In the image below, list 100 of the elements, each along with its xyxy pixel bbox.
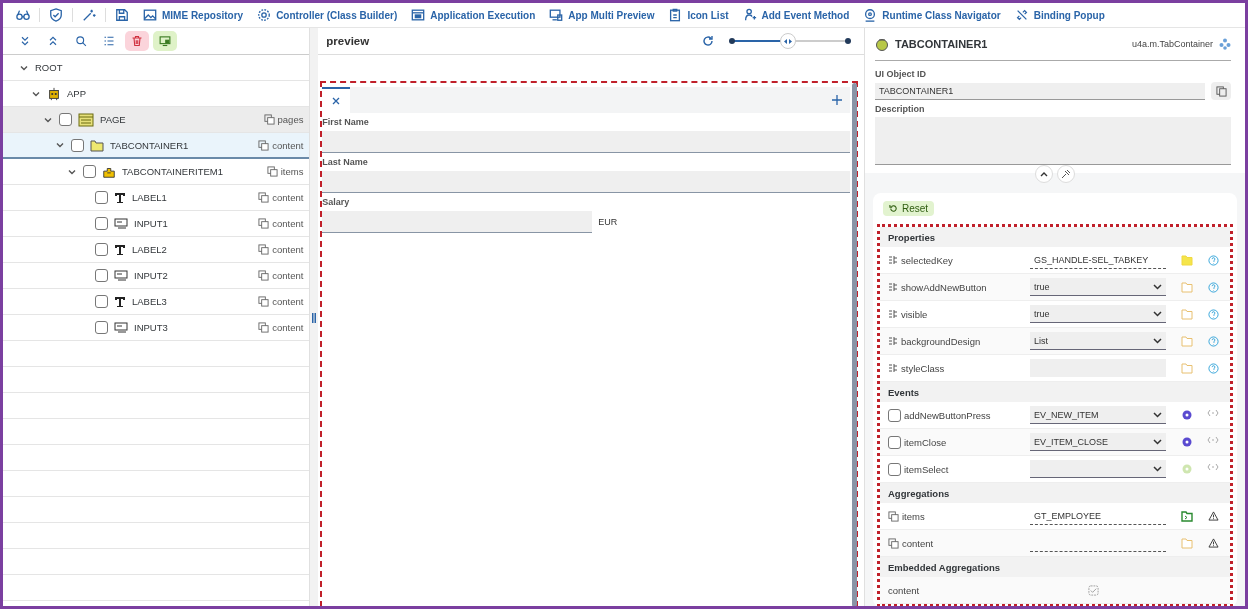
tree-row[interactable]: INPUT2 content xyxy=(3,263,310,289)
reset-button[interactable]: Reset xyxy=(883,201,935,216)
checkbox[interactable] xyxy=(71,138,84,152)
node-label: LABEL1 xyxy=(132,192,168,203)
splitter-handle[interactable] xyxy=(312,312,317,323)
node-label: INPUT1 xyxy=(134,218,169,229)
checkbox[interactable] xyxy=(59,113,72,126)
dropdown[interactable]: true xyxy=(1030,305,1166,323)
field-label: First Name xyxy=(322,117,370,127)
toolbar-button[interactable]: Add Event Method xyxy=(737,6,855,24)
checkbox[interactable] xyxy=(95,243,108,256)
description-field[interactable] xyxy=(875,117,1231,165)
tab[interactable] xyxy=(322,87,351,113)
chevron-down-icon[interactable] xyxy=(44,115,52,124)
toolbar-button[interactable]: MIME Repository xyxy=(138,6,249,24)
folder-icon xyxy=(90,138,104,152)
property-name: visible xyxy=(901,308,928,320)
image-icon xyxy=(143,8,157,22)
tree-row[interactable]: ROOT xyxy=(3,55,310,81)
checkbox[interactable] xyxy=(888,462,901,476)
field-label: Salary xyxy=(322,197,351,207)
close-icon[interactable] xyxy=(332,97,341,105)
checkbox[interactable] xyxy=(95,295,108,308)
checkbox[interactable] xyxy=(888,408,901,422)
aggregation-label: content xyxy=(272,322,304,333)
node-label: INPUT3 xyxy=(134,322,169,333)
dropdown[interactable]: true xyxy=(1030,278,1166,296)
toolbar-button[interactable]: Binding Popup xyxy=(1009,6,1110,24)
gear-icon[interactable] xyxy=(1181,436,1193,448)
binding-field[interactable]: GT_EMPLOYEE xyxy=(1030,507,1166,525)
devices-icon xyxy=(549,8,564,22)
chevron-down-icon[interactable] xyxy=(56,141,64,149)
tree-row[interactable]: INPUT3 content xyxy=(3,315,310,341)
toolbar-button[interactable]: Application Execution xyxy=(406,6,541,24)
property-icon xyxy=(888,282,898,292)
property-icon xyxy=(888,309,898,319)
chevron-down-icon[interactable] xyxy=(32,89,40,98)
tree-row[interactable]: LABEL3 content xyxy=(3,289,310,315)
gear-icon[interactable] xyxy=(1181,409,1193,421)
clipboard-icon xyxy=(668,8,683,22)
checkbox[interactable] xyxy=(888,435,901,449)
tree-row[interactable]: TABCONTAINERITEM1 items xyxy=(3,159,310,185)
toolbar-button[interactable]: Controller (Class Builder) xyxy=(252,6,403,24)
toolbar-button[interactable]: Icon List xyxy=(663,6,734,24)
checkbox[interactable] xyxy=(95,217,108,230)
screen-button[interactable] xyxy=(153,31,177,51)
folder-icon[interactable] xyxy=(1181,510,1193,522)
tree-row[interactable]: LABEL2 content xyxy=(3,237,310,263)
binding-field[interactable]: GS_HANDLE-SEL_TABKEY xyxy=(1030,251,1166,269)
slider-thumb[interactable] xyxy=(779,33,796,49)
tree-row[interactable]: INPUT1 content xyxy=(3,211,310,237)
delete-button[interactable] xyxy=(125,31,149,51)
dropdown[interactable]: EV_NEW_ITEM xyxy=(1030,406,1166,424)
warning-icon[interactable] xyxy=(1207,537,1219,548)
object-id-field[interactable]: TABCONTAINER1 xyxy=(875,82,1205,100)
copy-button[interactable] xyxy=(1211,82,1231,100)
copy-icon xyxy=(258,192,270,203)
dropdown[interactable]: List xyxy=(1030,332,1166,350)
field-label: Last Name xyxy=(322,157,369,167)
warning-icon[interactable] xyxy=(1207,510,1219,521)
input-field[interactable] xyxy=(322,131,850,153)
gear-icon xyxy=(257,8,272,22)
checkbox-icon[interactable] xyxy=(1088,584,1099,596)
checkbox[interactable] xyxy=(95,191,108,204)
control-title: TABCONTAINER1 xyxy=(895,38,989,50)
checkbox[interactable] xyxy=(95,321,108,334)
refresh-icon[interactable] xyxy=(702,35,714,47)
aggregation-label: content xyxy=(272,192,304,203)
dropdown-icon xyxy=(1153,411,1162,418)
chevron-down-icon[interactable] xyxy=(20,63,28,72)
copy-icon xyxy=(258,244,270,255)
dropdown[interactable] xyxy=(1030,460,1166,478)
glasses-icon xyxy=(16,8,30,22)
checkbox[interactable] xyxy=(95,269,108,282)
chevron-down-icon[interactable] xyxy=(68,167,76,176)
node-label: TABCONTAINER1 xyxy=(110,139,190,151)
copy-icon xyxy=(258,296,270,307)
dropdown[interactable]: EV_ITEM_CLOSE xyxy=(1030,433,1166,451)
tree-row[interactable]: LABEL1 content xyxy=(3,185,310,211)
copy-icon xyxy=(258,270,270,281)
tree-row[interactable]: PAGE pages xyxy=(3,107,310,133)
node-label: PAGE xyxy=(100,114,127,125)
toolbar-button[interactable]: Runtime Class Navigator xyxy=(858,6,1006,24)
trash-icon xyxy=(131,34,143,48)
list-icon xyxy=(103,34,115,48)
property-name: items xyxy=(902,510,925,522)
hierarchy-icon[interactable] xyxy=(1219,38,1231,50)
toolbar-button[interactable]: App Multi Preview xyxy=(544,6,660,24)
checkbox[interactable] xyxy=(83,165,96,178)
node-label: APP xyxy=(67,88,87,99)
aggregation-label: content xyxy=(272,218,304,229)
dropdown-icon xyxy=(1153,283,1162,290)
dropdown-icon xyxy=(1153,465,1162,472)
pin-icon xyxy=(1061,169,1071,179)
tree-row[interactable]: TABCONTAINER1 content xyxy=(3,133,310,159)
aggregation-label: items xyxy=(280,166,304,177)
person-icon xyxy=(742,8,757,22)
property-name: styleClass xyxy=(901,362,945,374)
input-field[interactable] xyxy=(322,211,593,233)
input-field[interactable] xyxy=(322,171,850,193)
